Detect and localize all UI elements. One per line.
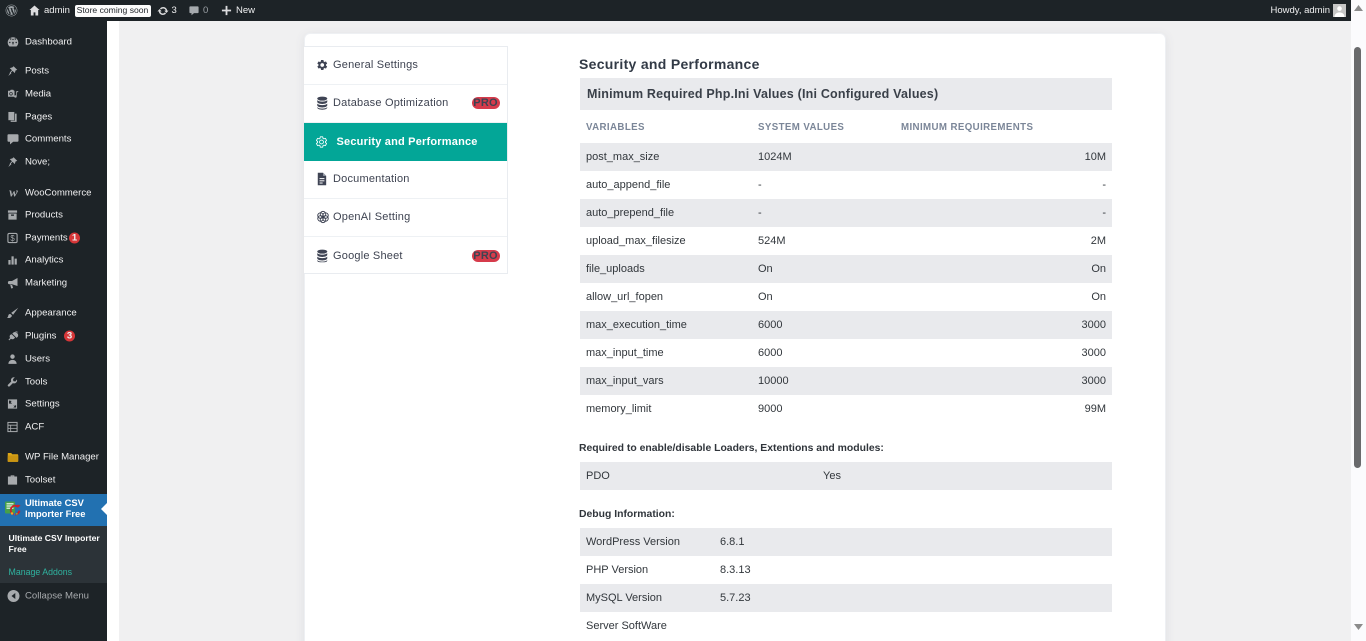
svg-text:w: w: [9, 188, 18, 198]
svg-text:$: $: [10, 233, 15, 242]
